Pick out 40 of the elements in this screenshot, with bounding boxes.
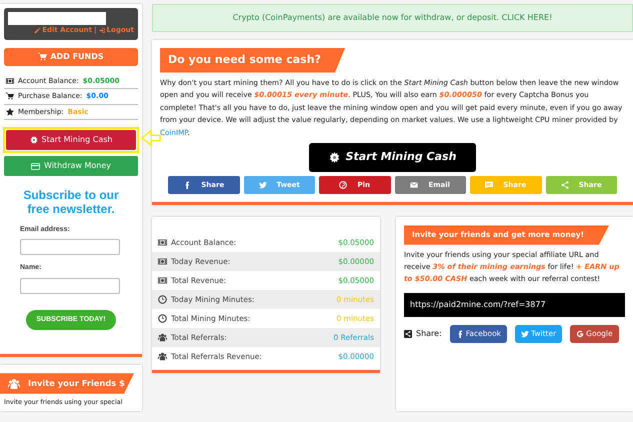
gear-icon — [328, 152, 340, 164]
share-icon — [560, 181, 569, 190]
referral-url: https://paid2mine.com/?ref=3877 — [404, 293, 625, 318]
input-field[interactable] — [20, 239, 120, 256]
users-icon — [158, 352, 167, 362]
cart-icon — [38, 52, 48, 61]
credit-card-icon — [30, 162, 40, 170]
twitter-icon — [521, 330, 530, 338]
add-funds-button[interactable]: ADD FUNDS — [4, 48, 138, 66]
withdraw-button[interactable]: Withdraw Money — [4, 156, 138, 176]
twitter-icon — [258, 181, 267, 190]
envelope-icon — [410, 181, 418, 190]
edit-icon — [34, 26, 42, 34]
logout-icon — [98, 26, 106, 34]
gear-icon — [30, 136, 38, 144]
clock-icon — [158, 314, 167, 324]
cart-icon — [6, 92, 14, 100]
share-label: Share: — [416, 328, 442, 340]
clock-icon — [158, 295, 167, 304]
notice-banner[interactable]: Crypto (CoinPayments) are available now for withdraw, or deposit. CLICK HERE! — [152, 4, 633, 32]
users-icon — [158, 333, 167, 342]
share-icon — [404, 330, 412, 338]
banknote-icon — [158, 257, 167, 266]
google-icon — [576, 330, 584, 338]
star-icon — [6, 108, 14, 116]
section-heading: Do you need some cash? — [160, 48, 345, 72]
facebook-icon — [183, 181, 192, 190]
pinterest-icon — [339, 181, 348, 190]
input-field[interactable] — [20, 278, 120, 294]
highlight-arrow-drawing — [141, 129, 161, 147]
banknote-icon — [158, 276, 167, 286]
start-mining-button[interactable]: Start Mining Cash — [6, 130, 136, 150]
newsletter-title: Subscribe to our free newsletter. — [22, 188, 120, 217]
chat-bubble-icon — [485, 181, 494, 190]
facebook-icon — [456, 330, 464, 338]
start-mining-button[interactable]: Start Mining Cash — [308, 143, 476, 172]
heading-text: Invite your Friends $ — [28, 377, 125, 390]
banknote-icon — [158, 238, 167, 248]
users-icon — [8, 378, 20, 390]
banknote-icon — [6, 76, 14, 85]
